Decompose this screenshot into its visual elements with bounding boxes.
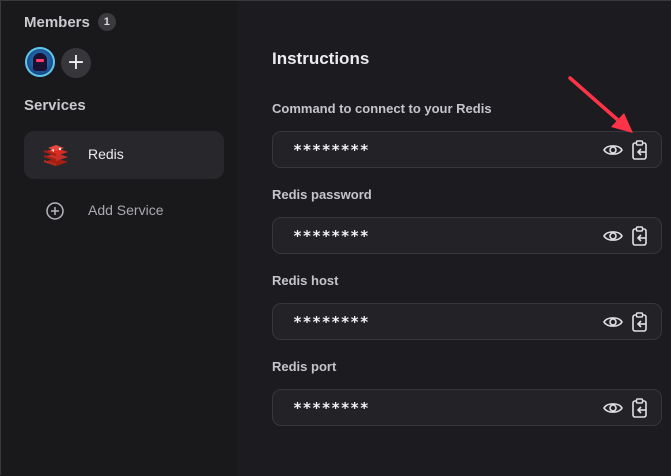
member-avatar[interactable] (25, 47, 55, 77)
field-label-password: Redis password (272, 187, 372, 202)
clipboard-copy-icon[interactable] (631, 312, 649, 332)
eye-icon[interactable] (603, 399, 623, 417)
field-value-connect-command: ******** (293, 141, 370, 159)
add-service-button[interactable]: Add Service (24, 191, 224, 231)
members-count-badge: 1 (97, 13, 116, 31)
field-port: ******** (272, 389, 662, 426)
clipboard-copy-icon[interactable] (631, 226, 649, 246)
add-member-button[interactable]: + (61, 48, 91, 78)
field-value-password: ******** (293, 227, 370, 245)
sidebar: Members 1 + Services Redis Add Service (1, 1, 237, 476)
eye-icon[interactable] (603, 141, 623, 159)
eye-icon[interactable] (603, 313, 623, 331)
clipboard-copy-icon[interactable] (631, 398, 649, 418)
field-value-host: ******** (293, 313, 370, 331)
eye-icon[interactable] (603, 227, 623, 245)
field-label-host: Redis host (272, 273, 339, 288)
annotation-arrow-icon (568, 76, 633, 133)
redis-icon (44, 145, 68, 166)
field-host: ******** (272, 303, 662, 340)
plus-circle-icon (46, 202, 64, 220)
instructions-title: Instructions (272, 49, 370, 68)
service-label-redis: Redis (88, 146, 124, 162)
members-heading: Members 1 (24, 13, 116, 31)
service-item-redis[interactable]: Redis (24, 131, 224, 179)
clipboard-copy-icon[interactable] (631, 140, 649, 160)
field-value-port: ******** (293, 399, 370, 417)
services-label: Services (24, 97, 86, 114)
avatar-visor (36, 59, 44, 62)
add-service-label: Add Service (88, 202, 164, 218)
field-label-port: Redis port (272, 359, 337, 374)
avatar-figure (33, 53, 47, 71)
field-password: ******** (272, 217, 662, 254)
field-label-connect-command: Command to connect to your Redis (272, 101, 492, 116)
members-label: Members (24, 13, 90, 31)
